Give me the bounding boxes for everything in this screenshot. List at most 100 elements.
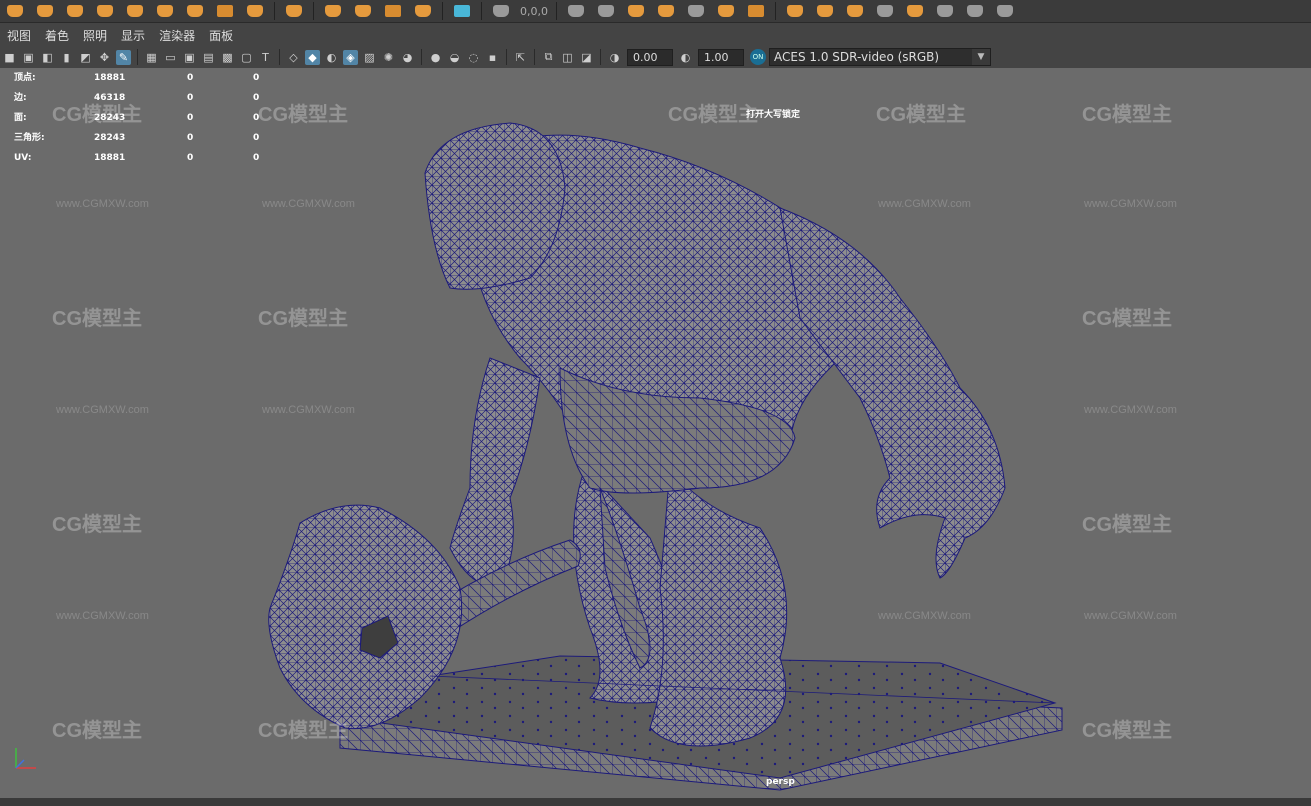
camera-select-icon[interactable]: ■ [2, 50, 17, 65]
separate-icon[interactable] [247, 5, 263, 17]
xray-joints-icon[interactable]: ◫ [560, 50, 575, 65]
extrude-icon[interactable] [325, 5, 341, 17]
isolate-select-icon[interactable]: ⇱ [513, 50, 528, 65]
poly-torus-icon[interactable] [127, 5, 143, 17]
caps-lock-message: 打开大写锁定 [746, 110, 801, 120]
grease-pencil-icon[interactable]: ✎ [116, 49, 131, 65]
more-tools-icon[interactable] [997, 5, 1013, 17]
gamma-field[interactable]: 1.00 [698, 48, 744, 66]
hud-value: 0 [253, 113, 260, 123]
menu-lighting[interactable]: 照明 [76, 27, 114, 44]
select-icon[interactable] [568, 5, 584, 17]
hud-row-vertices: 顶点: 18881 0 0 [14, 68, 319, 88]
delete-history-icon[interactable] [877, 5, 893, 17]
freeze-icon[interactable] [907, 5, 923, 17]
wireframe-on-shaded-icon[interactable]: ◈ [343, 49, 358, 65]
2d-pan-zoom-icon[interactable]: ✥ [97, 50, 112, 65]
chevron-down-icon[interactable]: ▼ [972, 49, 990, 65]
menu-renderer[interactable]: 渲染器 [152, 27, 202, 44]
xray-icon[interactable]: ⧉ [541, 50, 556, 65]
poly-cone-icon[interactable] [97, 5, 113, 17]
color-management-toggle[interactable]: ON [750, 49, 766, 65]
snap-icon[interactable] [493, 5, 509, 17]
field-chart-icon[interactable]: ▩ [220, 50, 235, 65]
hud-value: 0 [253, 73, 260, 83]
toolbar-separator [600, 49, 601, 65]
uv-editor-icon[interactable] [454, 5, 470, 17]
troll-model-wireframe [268, 122, 1063, 791]
shelf-separator [556, 2, 557, 20]
bookmark-icon[interactable]: ▮ [59, 50, 74, 65]
boolean-icon[interactable] [415, 5, 431, 17]
menu-view[interactable]: 视图 [0, 27, 38, 44]
multi-cut-icon[interactable] [688, 5, 704, 17]
hud-row-faces: 面: 28243 0 0 [14, 108, 319, 128]
toolbar-separator [421, 49, 422, 65]
safe-action-icon[interactable]: ▢ [239, 50, 254, 65]
smooth-shade-icon[interactable]: ◆ [305, 49, 320, 65]
insert-loop-icon[interactable] [718, 5, 734, 17]
poly-cylinder-icon[interactable] [67, 5, 83, 17]
shelf-bar: 0,0,0 [0, 0, 1311, 23]
anti-alias-icon[interactable]: ◌ [466, 50, 481, 65]
wireframe-icon[interactable]: ◇ [286, 50, 301, 65]
poly-plane-icon[interactable] [157, 5, 173, 17]
shelf-separator [775, 2, 776, 20]
fill-hole-icon[interactable] [748, 5, 764, 17]
grid-icon[interactable] [967, 5, 983, 17]
screen-space-ao-icon[interactable]: ● [428, 50, 443, 65]
hud-value: 28243 [94, 133, 126, 143]
target-weld-icon[interactable] [658, 5, 674, 17]
bevel-icon[interactable] [385, 5, 401, 17]
poly-sphere-icon[interactable] [7, 5, 23, 17]
bridge-icon[interactable] [355, 5, 371, 17]
exposure-field[interactable]: 0.00 [627, 48, 673, 66]
resolution-gate-icon[interactable]: ▣ [182, 50, 197, 65]
center-pivot-icon[interactable] [937, 5, 953, 17]
merge-icon[interactable] [628, 5, 644, 17]
poly-disc-icon[interactable] [187, 5, 203, 17]
shelf-separator [442, 2, 443, 20]
lights-icon[interactable]: ✺ [381, 50, 396, 65]
menu-panels[interactable]: 面板 [202, 27, 240, 44]
hud-value: 18881 [94, 73, 126, 83]
menu-show[interactable]: 显示 [114, 27, 152, 44]
append-icon[interactable] [847, 5, 863, 17]
hud-value: 18881 [94, 153, 126, 163]
menu-shading[interactable]: 着色 [38, 27, 76, 44]
hud-label: 三角形: [14, 133, 45, 143]
toolbar-separator [534, 49, 535, 65]
grid-toggle-icon[interactable]: ▦ [144, 50, 159, 65]
image-plane-icon[interactable]: ◩ [78, 50, 93, 65]
shadows-icon[interactable]: ◕ [400, 50, 415, 65]
gate-mask-icon[interactable]: ▤ [201, 50, 216, 65]
combine-icon[interactable] [217, 5, 233, 17]
hud-row-triangles: 三角形: 28243 0 0 [14, 128, 319, 148]
duplicate-icon[interactable] [817, 5, 833, 17]
camera-attributes-icon[interactable]: ◧ [40, 50, 55, 65]
camera-lock-icon[interactable]: ▣ [21, 50, 36, 65]
mirror-icon[interactable] [787, 5, 803, 17]
lasso-icon[interactable] [598, 5, 614, 17]
default-material-icon[interactable]: ◐ [324, 50, 339, 65]
viewport-toolbar: ■ ▣ ◧ ▮ ◩ ✥ ✎ ▦ ▭ ▣ ▤ ▩ ▢ T ◇ ◆ ◐ ◈ ▨ ✺ … [0, 46, 1311, 69]
safe-title-icon[interactable]: T [258, 50, 273, 65]
poly-cube-icon[interactable] [37, 5, 53, 17]
hud-label: UV: [14, 153, 32, 163]
film-gate-icon[interactable]: ▭ [163, 50, 178, 65]
gamma-icon[interactable]: ◐ [678, 50, 693, 65]
hud-value: 0 [187, 153, 194, 163]
persp-viewport[interactable]: 顶点: 18881 0 0 边: 46318 0 0 面: 28243 0 0 … [0, 68, 1311, 806]
depth-of-field-icon[interactable]: ▪ [485, 50, 500, 65]
exposure-icon[interactable]: ◑ [607, 50, 622, 65]
toolbar-separator [279, 49, 280, 65]
xray-components-icon[interactable]: ◪ [579, 50, 594, 65]
textured-icon[interactable]: ▨ [362, 50, 377, 65]
right-arm [779, 207, 1006, 579]
color-space-dropdown[interactable]: ACES 1.0 SDR-video (sRGB) ▼ [769, 48, 991, 66]
coordinate-text: 0,0,0 [520, 4, 548, 18]
motion-blur-icon[interactable]: ◒ [447, 50, 462, 65]
hud-value: 0 [253, 133, 260, 143]
smooth-icon[interactable] [286, 5, 302, 17]
viewport-bottom-border [0, 798, 1311, 806]
